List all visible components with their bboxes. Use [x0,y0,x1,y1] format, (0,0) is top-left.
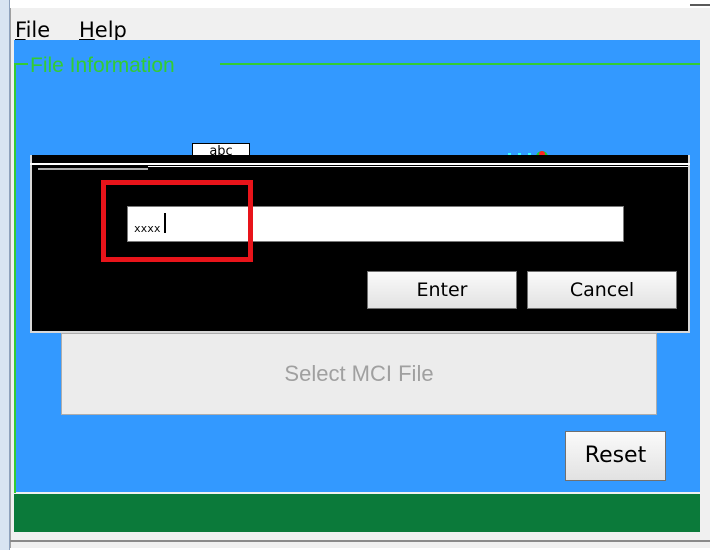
cancel-button[interactable]: Cancel [527,271,677,309]
window-bottom-edge [10,540,710,542]
groupbox-border [14,63,16,493]
menu-help-label: elp [94,18,127,42]
groupbox-border [220,63,700,65]
menu-file[interactable]: File [15,18,50,42]
menu-help[interactable]: Help [79,18,127,42]
enter-button[interactable]: Enter [367,271,517,309]
reset-button[interactable]: Reset [565,431,666,481]
window-top-edge [690,0,710,6]
menu-file-mnemonic: F [15,18,26,42]
dialog-border [148,166,688,167]
window-left-frame [0,0,10,550]
dialog-border [30,163,690,165]
menu-file-label: ile [25,18,51,42]
text-input-field[interactable] [127,206,624,242]
select-mci-file-button[interactable]: Select MCI File [61,333,657,415]
groupbox-title: File Information [30,54,175,77]
text-caret [164,213,166,233]
dialog-tab-indicator [38,168,148,170]
groupbox-border [14,63,28,65]
application-window: File Help File Information abc Enter Can… [0,0,710,550]
status-bar [14,494,700,532]
menu-help-mnemonic: H [79,18,95,42]
